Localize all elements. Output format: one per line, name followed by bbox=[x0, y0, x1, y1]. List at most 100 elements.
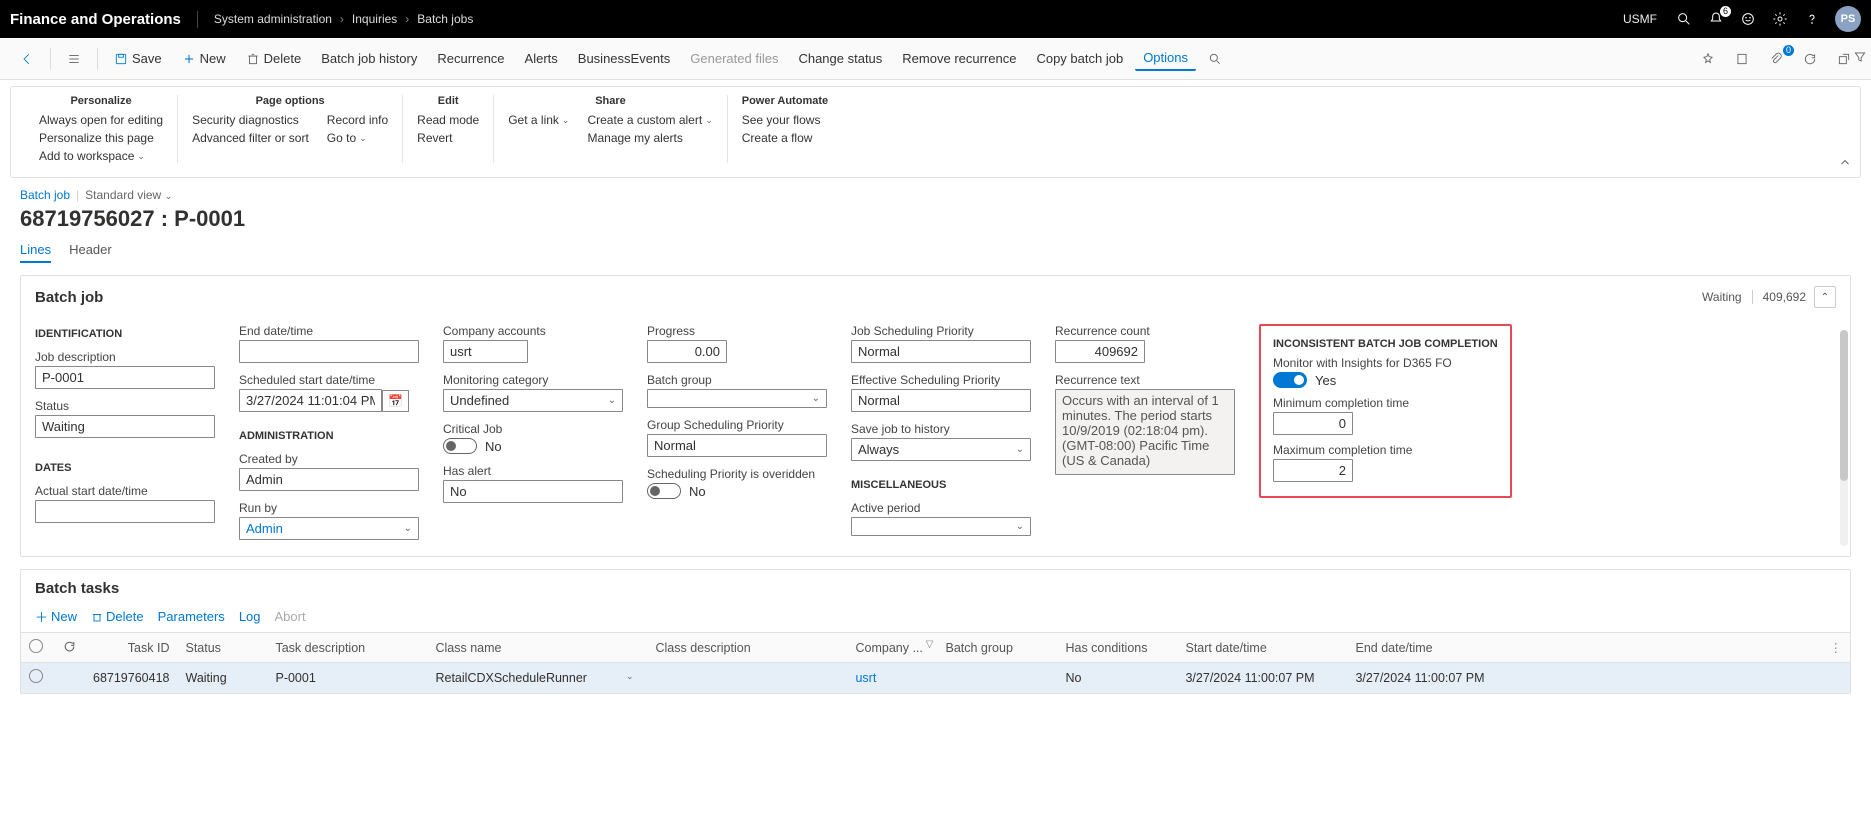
refresh-icon[interactable] bbox=[1795, 48, 1825, 70]
crumb-1[interactable]: System administration bbox=[214, 12, 332, 26]
settings-icon[interactable] bbox=[1771, 10, 1789, 28]
attachments-icon[interactable]: 0 bbox=[1761, 48, 1791, 70]
alerts-button[interactable]: Alerts bbox=[517, 47, 566, 70]
actual-start-field bbox=[35, 500, 215, 523]
company-accounts-field[interactable] bbox=[443, 340, 528, 363]
col-class-name[interactable]: Class name bbox=[427, 633, 647, 663]
tasks-parameters-button[interactable]: Parameters bbox=[158, 609, 225, 624]
user-avatar[interactable]: PS bbox=[1835, 6, 1861, 32]
max-completion-field[interactable] bbox=[1273, 459, 1353, 482]
col-company[interactable]: Company ...▽ bbox=[847, 633, 937, 663]
notifications-icon[interactable]: 6 bbox=[1707, 10, 1725, 28]
tab-header[interactable]: Header bbox=[69, 242, 112, 263]
batch-job-panel-title: Batch job bbox=[35, 289, 103, 306]
list-view-icon[interactable] bbox=[59, 48, 89, 70]
feature-icon[interactable] bbox=[1693, 48, 1723, 70]
legal-entity[interactable]: USMF bbox=[1623, 12, 1657, 26]
read-mode[interactable]: Read mode bbox=[417, 113, 479, 127]
col-class-description[interactable]: Class description bbox=[647, 633, 847, 663]
scheduling-override-toggle[interactable]: No bbox=[647, 483, 827, 499]
create-custom-alert[interactable]: Create a custom alert ⌄ bbox=[587, 113, 712, 127]
critical-job-label: Critical Job bbox=[443, 422, 623, 436]
delete-button[interactable]: Delete bbox=[238, 47, 310, 70]
run-by-select[interactable]: Admin⌄ bbox=[239, 517, 419, 540]
cell-task-description: P-0001 bbox=[267, 663, 427, 693]
copy-batch-job-button[interactable]: Copy batch job bbox=[1028, 47, 1131, 70]
tasks-delete-button[interactable]: Delete bbox=[91, 609, 144, 624]
monitor-insights-toggle[interactable]: Yes bbox=[1273, 372, 1498, 388]
tasks-new-button[interactable]: ＋New bbox=[35, 607, 77, 626]
recurrence-text-label: Recurrence text bbox=[1055, 373, 1235, 387]
col-status[interactable]: Status bbox=[177, 633, 267, 663]
save-button[interactable]: Save bbox=[106, 47, 170, 70]
active-period-select[interactable]: ⌄ bbox=[851, 517, 1031, 536]
remove-recurrence-button[interactable]: Remove recurrence bbox=[894, 47, 1024, 70]
security-diagnostics[interactable]: Security diagnostics bbox=[192, 113, 309, 127]
batch-job-history-button[interactable]: Batch job history bbox=[313, 47, 425, 70]
create-a-flow[interactable]: Create a flow bbox=[742, 131, 821, 145]
progress-field bbox=[647, 340, 727, 363]
get-a-link[interactable]: Get a link ⌄ bbox=[508, 113, 569, 127]
recurrence-count-field bbox=[1055, 340, 1145, 363]
view-selector[interactable]: Standard view ⌄ bbox=[85, 188, 172, 202]
cell-class-name[interactable]: RetailCDXScheduleRunner ⌄ bbox=[427, 663, 647, 693]
new-button[interactable]: New bbox=[174, 47, 234, 70]
inconsistent-completion-box: INCONSISTENT BATCH JOB COMPLETION Monito… bbox=[1259, 324, 1512, 498]
search-actionbar-icon[interactable] bbox=[1200, 48, 1230, 70]
cell-status: Waiting bbox=[177, 663, 267, 693]
panel-status: Waiting bbox=[1702, 290, 1742, 304]
go-to[interactable]: Go to ⌄ bbox=[327, 131, 388, 145]
add-to-workspace[interactable]: Add to workspace ⌄ bbox=[39, 149, 163, 163]
advanced-filter-sort[interactable]: Advanced filter or sort bbox=[192, 131, 309, 145]
revert[interactable]: Revert bbox=[417, 131, 479, 145]
cell-company[interactable]: usrt bbox=[847, 663, 937, 693]
options-tab[interactable]: Options bbox=[1135, 46, 1196, 71]
critical-job-toggle[interactable]: No bbox=[443, 438, 623, 454]
crumb-3[interactable]: Batch jobs bbox=[417, 12, 473, 26]
status-label: Status bbox=[35, 399, 215, 413]
always-open-editing[interactable]: Always open for editing bbox=[39, 113, 163, 127]
grid-refresh-icon[interactable] bbox=[63, 640, 77, 654]
created-by-label: Created by bbox=[239, 452, 419, 466]
min-completion-field[interactable] bbox=[1273, 412, 1353, 435]
panel-scrollbar[interactable] bbox=[1840, 330, 1848, 546]
table-row[interactable]: 68719760418 Waiting P-0001 RetailCDXSche… bbox=[21, 663, 1850, 693]
crumb-2[interactable]: Inquiries bbox=[352, 12, 397, 26]
personalize-this-page[interactable]: Personalize this page bbox=[39, 131, 163, 145]
tasks-grid: Task ID Status Task description Class na… bbox=[21, 632, 1850, 693]
record-info[interactable]: Record info bbox=[327, 113, 388, 127]
col-start[interactable]: Start date/time bbox=[1177, 633, 1347, 663]
tab-lines[interactable]: Lines bbox=[20, 242, 51, 263]
collapse-ribbon-icon[interactable] bbox=[1838, 156, 1852, 173]
feedback-icon[interactable] bbox=[1739, 10, 1757, 28]
collapse-panel-icon[interactable]: ⌃ bbox=[1814, 286, 1836, 308]
change-status-button[interactable]: Change status bbox=[790, 47, 890, 70]
col-batch-group[interactable]: Batch group bbox=[937, 633, 1057, 663]
batch-job-link[interactable]: Batch job bbox=[20, 188, 70, 202]
tasks-log-button[interactable]: Log bbox=[239, 609, 261, 624]
recurrence-button[interactable]: Recurrence bbox=[429, 47, 512, 70]
business-events-button[interactable]: BusinessEvents bbox=[570, 47, 679, 70]
search-icon[interactable] bbox=[1675, 10, 1693, 28]
col-task-id[interactable]: Task ID bbox=[85, 633, 177, 663]
job-priority-field bbox=[851, 340, 1031, 363]
scheduled-start-field[interactable] bbox=[239, 389, 382, 412]
grid-more-icon[interactable]: ⋮ bbox=[1830, 641, 1843, 655]
select-all-radio[interactable] bbox=[29, 639, 43, 653]
help-icon[interactable] bbox=[1803, 10, 1821, 28]
col-end[interactable]: End date/time bbox=[1347, 633, 1821, 663]
see-your-flows[interactable]: See your flows bbox=[742, 113, 821, 127]
filter-pane-icon[interactable] bbox=[1853, 50, 1867, 67]
col-task-description[interactable]: Task description bbox=[267, 633, 427, 663]
office-icon[interactable] bbox=[1727, 48, 1757, 70]
row-select-radio[interactable] bbox=[29, 669, 43, 683]
manage-my-alerts[interactable]: Manage my alerts bbox=[587, 131, 712, 145]
back-button[interactable] bbox=[12, 48, 42, 70]
monitoring-category-select[interactable]: Undefined⌄ bbox=[443, 389, 623, 412]
batch-group-select[interactable]: ⌄ bbox=[647, 389, 827, 408]
save-history-select[interactable]: Always⌄ bbox=[851, 438, 1031, 461]
calendar-icon[interactable]: 📅 bbox=[382, 390, 409, 412]
attachments-badge: 0 bbox=[1783, 45, 1794, 56]
job-description-field[interactable] bbox=[35, 366, 215, 389]
col-has-conditions[interactable]: Has conditions bbox=[1057, 633, 1177, 663]
